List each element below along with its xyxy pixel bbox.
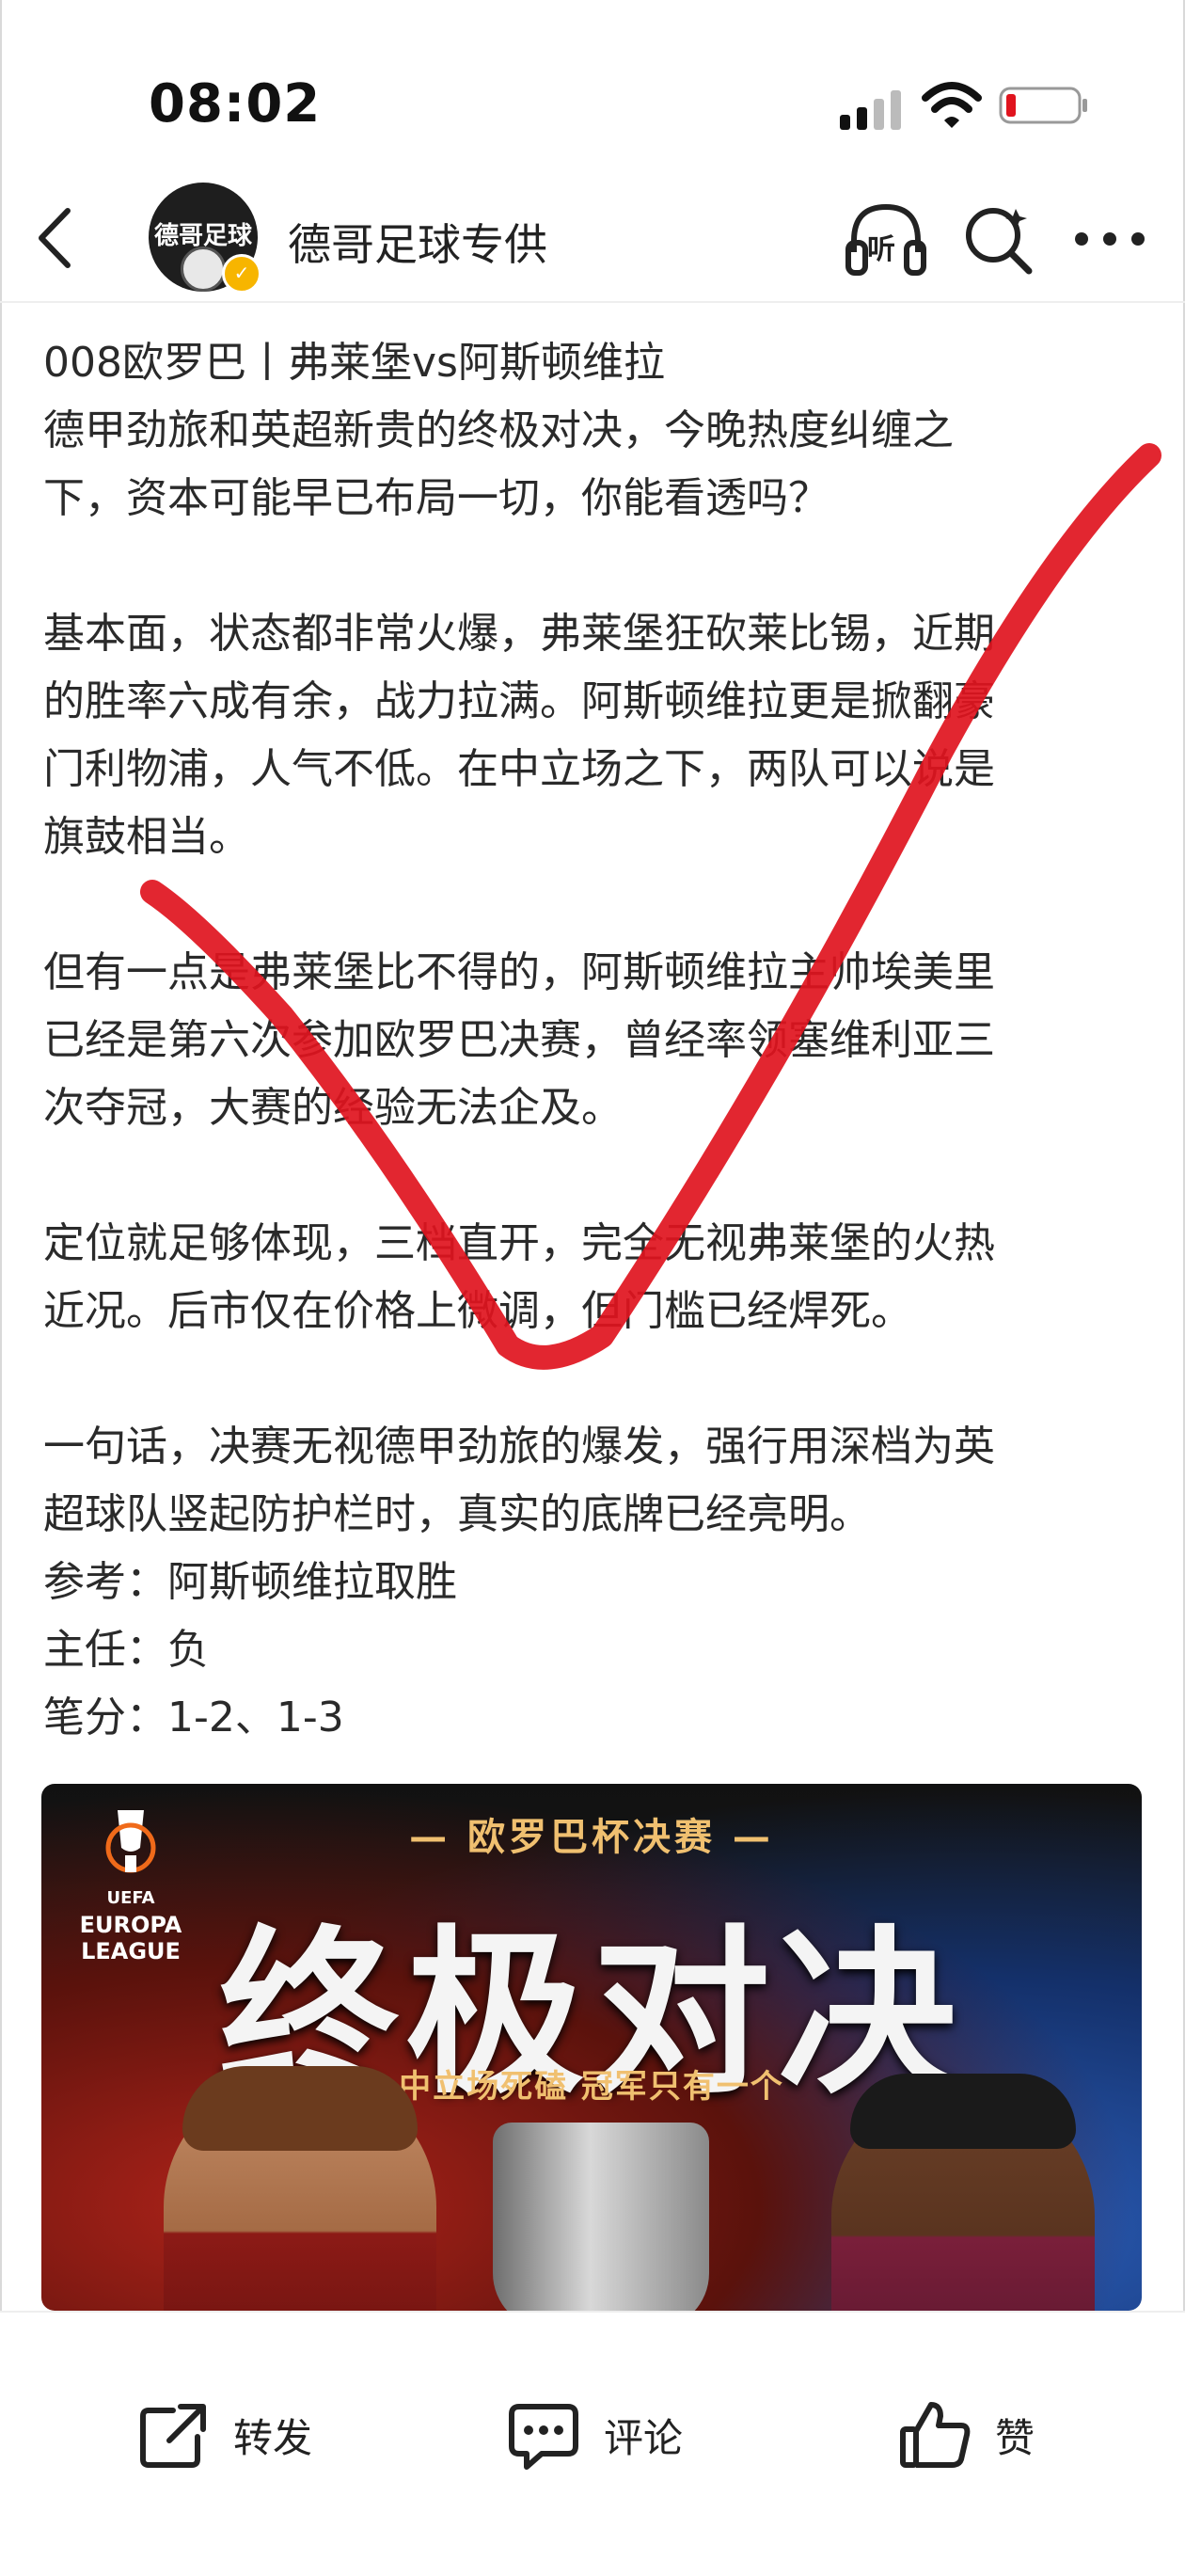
article-line: 旗鼓相当。 — [43, 813, 250, 861]
share-label: 转发 — [233, 2414, 313, 2461]
post-header: 德哥足球 ✓ 德哥足球专供 听 — [0, 169, 1185, 303]
article-line: 近况。后市仅在价格上微调，但门槛已经焊死。 — [43, 1287, 912, 1335]
comment-label: 评论 — [604, 2414, 684, 2461]
listen-label: 听 — [867, 233, 895, 266]
bottom-action-bar: 转发 评论 赞 — [0, 2311, 1185, 2576]
article-line: 次夺冠，大赛的经验无法企及。 — [43, 1084, 623, 1132]
article-title: 008欧罗巴丨弗莱堡vs阿斯顿维拉 — [43, 339, 665, 387]
prediction-handicap: 主任：负 — [43, 1626, 209, 1674]
article-line: 的胜率六成有余，战力拉满。阿斯顿维拉更是掀翻豪 — [43, 677, 995, 725]
match-poster-image[interactable]: UEFA EUROPA LEAGUE — 欧罗巴杯决赛 — 终极对决 中立场死磕… — [41, 1784, 1142, 2311]
article-line: 基本面，状态都非常火爆，弗莱堡狂砍莱比锡，近期 — [43, 610, 995, 658]
more-options-icon[interactable] — [1074, 222, 1146, 256]
like-label: 赞 — [995, 2414, 1035, 2461]
search-icon[interactable] — [961, 201, 1036, 277]
prediction-score: 笔分：1-2、1-3 — [43, 1693, 344, 1741]
prediction-reference: 参考：阿斯顿维拉取胜 — [43, 1558, 457, 1606]
back-arrow-icon[interactable] — [28, 205, 85, 271]
verified-badge-icon: ✓ — [222, 254, 261, 294]
soccer-ball-icon — [181, 246, 226, 292]
share-button[interactable]: 转发 — [135, 2397, 312, 2473]
player-left-hair — [182, 2066, 418, 2151]
comment-icon — [509, 2404, 578, 2470]
comment-button[interactable]: 评论 — [506, 2397, 683, 2473]
article-line: 德甲劲旅和英超新贵的终极对决，今晚热度纠缠之 — [43, 406, 954, 454]
status-time: 08:02 — [149, 73, 322, 135]
cellular-signal-icon — [840, 90, 901, 130]
share-icon — [140, 2404, 206, 2468]
battery-icon — [999, 87, 1087, 124]
player-right-hair — [850, 2074, 1076, 2149]
article-line: 但有一点是弗莱堡比不得的，阿斯顿维拉主帅埃美里 — [43, 948, 995, 996]
article-line: 下，资本可能早已布局一切，你能看透吗？ — [43, 474, 830, 522]
article-line: 门利物浦，人气不低。在中立场之下，两队可以说是 — [43, 745, 995, 793]
article-body: 008欧罗巴丨弗莱堡vs阿斯顿维拉 德甲劲旅和英超新贵的终极对决，今晚热度纠缠之… — [43, 329, 1153, 1752]
article-line: 定位就足够体现，三档直开，完全无视弗莱堡的火热 — [43, 1219, 995, 1267]
like-button[interactable]: 赞 — [897, 2397, 1035, 2473]
poster-subtitle: — 欧罗巴杯决赛 — — [409, 1816, 774, 1859]
status-bar: 08:02 — [0, 0, 1185, 169]
account-name[interactable]: 德哥足球专供 — [288, 211, 547, 273]
article-line: 已经是第六次参加欧罗巴决赛，曾经率领塞维利亚三 — [43, 1016, 995, 1064]
article-line: 一句话，决赛无视德甲劲旅的爆发，强行用深档为英 — [43, 1423, 995, 1471]
trophy-graphic — [493, 2123, 709, 2311]
article-line: 超球队竖起防护栏时，真实的底牌已经亮明。 — [43, 1490, 871, 1538]
thumbs-up-icon — [900, 2402, 971, 2468]
wifi-icon — [922, 82, 982, 128]
